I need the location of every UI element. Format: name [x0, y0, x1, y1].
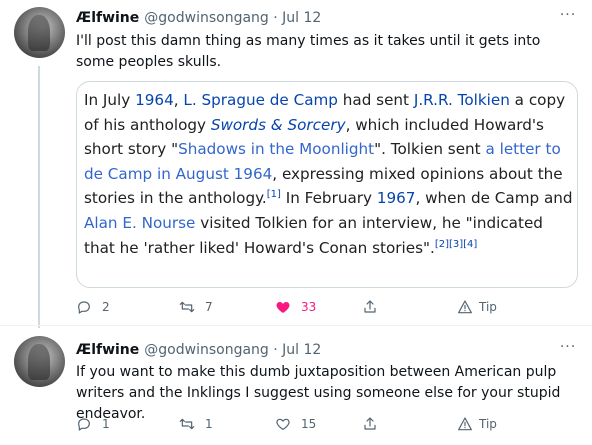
more-options-icon[interactable]: ···	[558, 340, 578, 358]
author-name[interactable]: Ælfwine	[76, 10, 139, 26]
reply-count: 1	[102, 417, 110, 431]
tweet-header: Ælfwine @godwinsongang · Jul 12	[76, 340, 321, 360]
tip-label: Tip	[479, 417, 497, 431]
retweet-button[interactable]: 1	[179, 414, 213, 434]
excerpt-link: Swords & Sorcery	[210, 115, 346, 134]
retweet-icon	[179, 301, 195, 313]
retweet-button[interactable]: 7	[179, 297, 213, 317]
wikipedia-excerpt: In July 1964, L. Sprague de Camp had sen…	[84, 88, 574, 260]
excerpt-text: ". Tolkien sent	[374, 140, 486, 159]
avatar[interactable]	[14, 336, 65, 387]
tweet-text: I'll post this damn thing as many times …	[76, 33, 541, 70]
like-count: 33	[301, 300, 317, 314]
like-button[interactable]: 33	[275, 297, 316, 317]
tweet[interactable]: Ælfwine @godwinsongang · Jul 12 ··· If y…	[0, 326, 592, 445]
excerpt-text: ,	[173, 91, 184, 109]
share-icon	[364, 417, 376, 430]
share-icon	[364, 300, 376, 313]
retweet-count: 7	[205, 300, 213, 314]
excerpt-link: 1967	[376, 189, 416, 208]
quoted-image-card[interactable]: In July 1964, L. Sprague de Camp had sen…	[76, 81, 578, 288]
excerpt-link: Shadows in the Moonlight	[178, 140, 375, 159]
retweet-icon	[179, 418, 195, 430]
excerpt-text: had sent	[337, 91, 414, 109]
citation-ref: [2][3][4]	[434, 238, 478, 250]
handle-and-date[interactable]: @godwinsongang · Jul 12	[144, 342, 321, 358]
tweet-header: Ælfwine @godwinsongang · Jul 12	[76, 8, 321, 28]
heart-icon	[276, 418, 290, 430]
excerpt-text: In July	[84, 91, 136, 109]
tweet-actions: 1 1 15 Tip	[76, 414, 576, 434]
excerpt-text: In February	[280, 189, 377, 208]
tip-button[interactable]: Tip	[457, 297, 497, 317]
retweet-count: 1	[205, 417, 213, 431]
more-options-icon[interactable]: ···	[558, 8, 578, 26]
tweet-actions: 2 7 33 Tip	[76, 297, 576, 317]
heart-filled-icon	[276, 302, 290, 313]
handle-and-date[interactable]: @godwinsongang · Jul 12	[144, 10, 321, 26]
share-button[interactable]	[362, 414, 378, 434]
tip-label: Tip	[479, 300, 497, 314]
tip-icon	[458, 300, 472, 314]
like-count: 15	[301, 417, 317, 431]
share-button[interactable]	[362, 297, 378, 317]
citation-ref: [1]	[266, 189, 281, 201]
avatar[interactable]	[14, 7, 65, 58]
tweet[interactable]: Ælfwine @godwinsongang · Jul 12 ··· I'll…	[0, 0, 592, 325]
reply-icon	[78, 418, 90, 431]
tip-icon	[458, 417, 472, 431]
reply-icon	[78, 301, 90, 314]
excerpt-link: L. Sprague de Camp	[183, 91, 338, 109]
reply-button[interactable]: 1	[76, 414, 110, 434]
excerpt-link: Alan E. Nourse	[84, 213, 196, 232]
reply-button[interactable]: 2	[76, 297, 110, 317]
reply-count: 2	[102, 300, 110, 314]
tip-button[interactable]: Tip	[457, 414, 497, 434]
excerpt-link: 1964	[135, 91, 174, 109]
author-name[interactable]: Ælfwine	[76, 342, 139, 358]
excerpt-text: , when de Camp and	[415, 189, 573, 208]
like-button[interactable]: 15	[275, 414, 316, 434]
excerpt-link: J.R.R. Tolkien	[413, 91, 510, 109]
